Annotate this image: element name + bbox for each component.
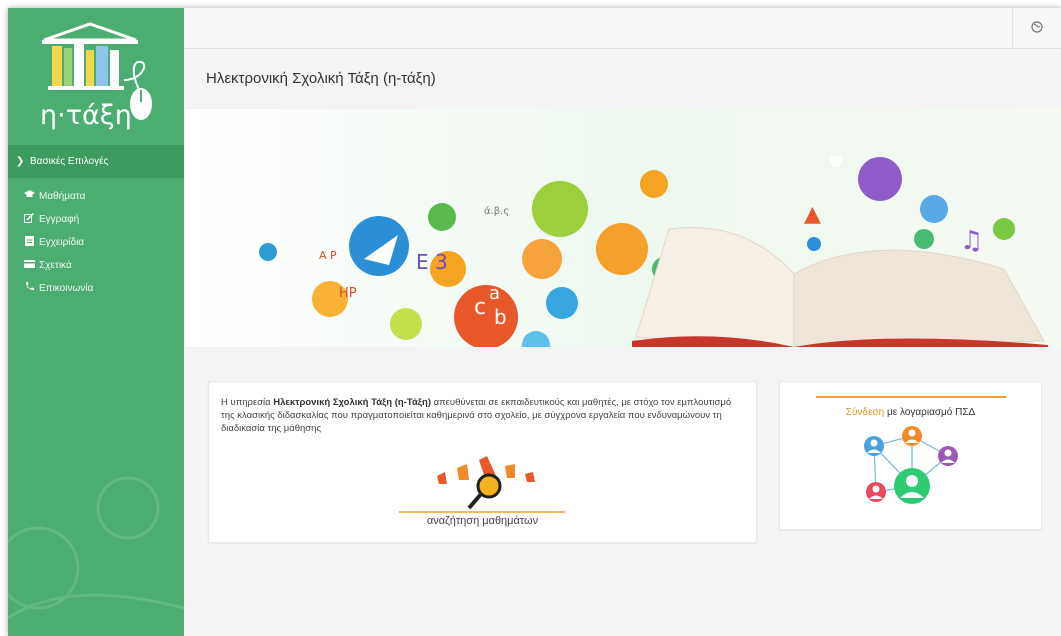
app-window: η·τάξη ❯ Βασικές Επιλογές Μαθήματα Εγγρα… [8,8,1061,636]
svg-text:▲: ▲ [804,202,821,227]
intro-text-prefix: Η υπηρεσία [221,397,274,408]
sidebar-item-register[interactable]: Εγγραφή [8,208,184,230]
globe-icon[interactable] [1031,21,1043,33]
svg-text:E 3: E 3 [416,250,448,274]
hero-banner: c a b HP E 3 A P ά.β.ς ♫ ▲ [184,109,1061,347]
education-illustration: c a b HP E 3 A P ά.β.ς ♫ ▲ [259,155,1048,347]
sidebar-item-label: Σχετικά [39,259,72,271]
sidebar-item-courses[interactable]: Μαθήματα [8,185,184,207]
login-link-accent: Σύνδεση [845,407,885,418]
user-network-icon[interactable] [852,426,972,512]
credit-card-icon [22,259,36,271]
sidebar-item-label: Επικοινωνία [39,282,94,294]
svg-text:a: a [489,283,500,304]
intro-description: Η υπηρεσία Ηλεκτρονική Σχολική Τάξη (η-Τ… [221,396,746,435]
sidebar-item-label: Εγγραφή [39,213,80,225]
sidebar-item-contact[interactable]: Επικοινωνία [8,277,184,299]
file-icon [22,235,36,249]
phone-icon [22,282,36,294]
menu-section-header[interactable]: ❯ Βασικές Επιλογές [8,145,184,178]
svg-text:ά.β.ς: ά.β.ς [484,205,509,217]
svg-text:c: c [474,295,486,320]
login-card: Σύνδεση με λογαριασμό ΠΣΔ [779,381,1042,530]
eclass-logo[interactable]: η·τάξη [34,20,164,140]
decorative-pattern [8,476,184,620]
svg-text:HP: HP [339,286,357,301]
menu-section-label: Βασικές Επιλογές [30,156,109,167]
sidebar: η·τάξη ❯ Βασικές Επιλογές Μαθήματα Εγγρα… [8,8,184,636]
intro-text-bold: Ηλεκτρονική Σχολική Τάξη (η-Τάξη) [273,397,431,408]
sidebar-item-about[interactable]: Σχετικά [8,254,184,276]
login-link[interactable]: Σύνδεση με λογαριασμό ΠΣΔ [780,407,1041,418]
svg-text:♫: ♫ [960,226,983,256]
chevron-down-icon: ❯ [16,156,25,167]
logo-text: η·τάξη [40,100,132,131]
top-bar [184,8,1061,49]
sidebar-item-label: Εγχειρίδια [39,236,85,248]
topbar-divider [1012,8,1013,48]
intro-card: Η υπηρεσία Ηλεκτρονική Σχολική Τάξη (η-Τ… [208,381,757,543]
login-link-rest: με λογαριασμό ΠΣΔ [884,407,976,418]
svg-text:A P: A P [319,249,337,262]
course-search-link[interactable]: αναζήτηση μαθημάτων [209,515,756,527]
sidebar-item-manuals[interactable]: Εγχειρίδια [8,231,184,253]
edit-icon [22,212,36,226]
login-divider [816,396,1006,398]
course-search-illustration[interactable] [389,454,575,518]
sidebar-item-label: Μαθήματα [39,190,86,202]
svg-text:b: b [494,305,507,329]
page-title: Ηλεκτρονική Σχολική Τάξη (η-τάξη) [206,70,436,87]
graduation-cap-icon [22,190,36,202]
